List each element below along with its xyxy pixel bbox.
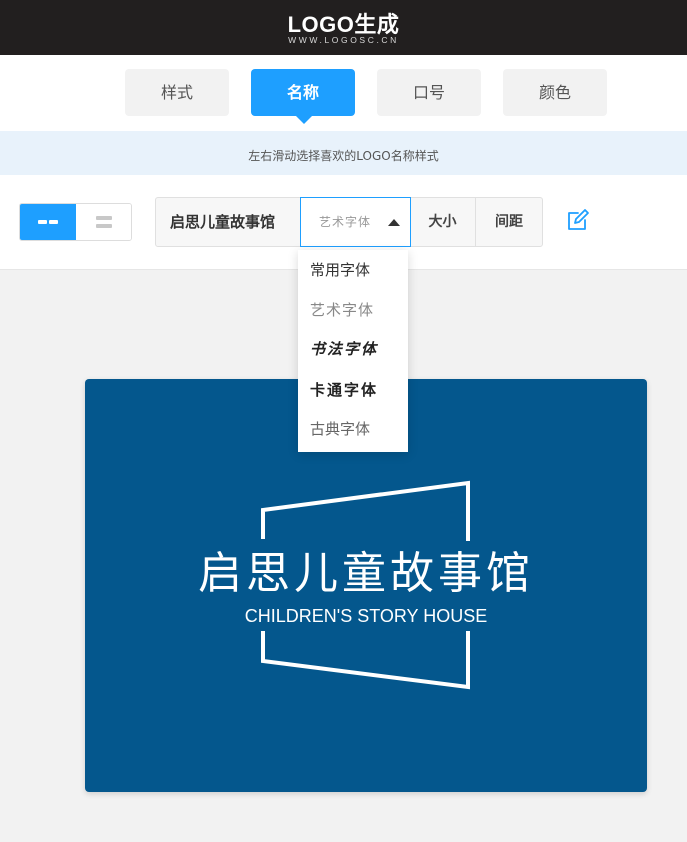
name-editor-group: 启思儿童故事馆 艺术字体 大小 间距	[155, 197, 543, 247]
edit-button[interactable]	[565, 207, 591, 233]
layout-vertical-button[interactable]	[76, 204, 131, 240]
hint-text: 左右滑动选择喜欢的LOGO名称样式	[0, 131, 687, 175]
size-button[interactable]: 大小	[410, 198, 476, 246]
top-header: LOGO生成 WWW.LOGOSC.CN	[0, 0, 687, 55]
spacing-button[interactable]: 间距	[476, 198, 542, 246]
font-category-select[interactable]: 艺术字体	[300, 197, 411, 247]
logo-subtitle: CHILDREN'S STORY HOUSE	[244, 606, 488, 626]
active-tab-pointer	[296, 116, 312, 124]
font-option-classic[interactable]: 古典字体	[310, 410, 370, 450]
name-input[interactable]: 启思儿童故事馆	[170, 198, 275, 246]
font-option-calligraphy[interactable]: 书法字体	[310, 330, 378, 370]
tab-bar: 样式 名称 口号 颜色	[0, 55, 687, 131]
layout-toggle	[19, 203, 132, 241]
font-category-dropdown: 常用字体 艺术字体 书法字体 卡通字体 古典字体	[298, 250, 408, 452]
brand-domain: WWW.LOGOSC.CN	[288, 35, 399, 45]
font-select-value: 艺术字体	[319, 215, 372, 229]
edit-icon	[568, 209, 589, 230]
tab-name[interactable]: 名称	[251, 69, 355, 116]
layout-horizontal-button[interactable]	[20, 204, 76, 240]
tab-slogan[interactable]: 口号	[377, 69, 481, 116]
font-option-art[interactable]: 艺术字体	[310, 290, 374, 330]
caret-up-icon	[388, 219, 400, 226]
tab-color[interactable]: 颜色	[503, 69, 607, 116]
font-option-cartoon[interactable]: 卡通字体	[310, 370, 378, 410]
tab-style[interactable]: 样式	[125, 69, 229, 116]
logo-title: 启思儿童故事馆	[198, 548, 534, 599]
font-option-common[interactable]: 常用字体	[310, 250, 370, 290]
